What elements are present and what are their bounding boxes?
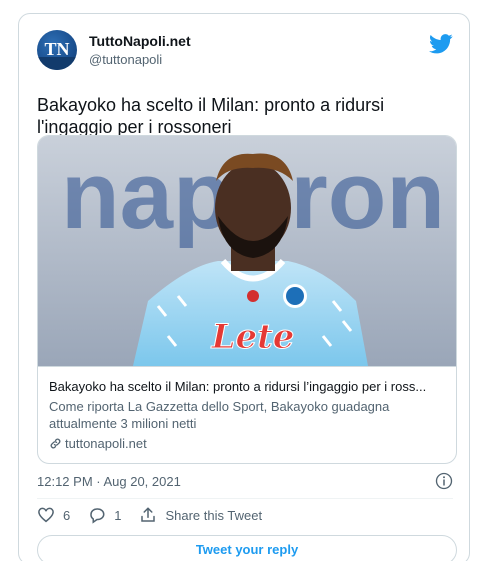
link-preview-domain: tuttonapoli.net bbox=[49, 435, 447, 452]
reply-count: 1 bbox=[114, 507, 122, 523]
link-preview-description: Come riporta La Gazzetta dello Sport, Ba… bbox=[49, 399, 390, 431]
like-count: 6 bbox=[63, 507, 71, 523]
share-icon bbox=[141, 507, 156, 522]
like-button[interactable]: 6 bbox=[37, 506, 70, 524]
twitter-bird-icon[interactable] bbox=[429, 34, 453, 54]
tweet-embed-card: TN TuttoNapoli.net @tuttonapoli Bakayoko… bbox=[18, 13, 470, 561]
share-label: Share this Tweet bbox=[165, 507, 263, 523]
account-handle[interactable]: @tuttonapoli bbox=[89, 52, 162, 67]
info-icon[interactable] bbox=[435, 472, 453, 490]
link-preview-image[interactable]: naporon Lete bbox=[38, 136, 456, 366]
shirt-sponsor-text: Lete bbox=[211, 317, 295, 357]
avatar[interactable]: TN bbox=[37, 30, 77, 70]
tweet-timestamp[interactable]: 12:12 PM · Aug 20, 2021 bbox=[37, 474, 181, 489]
player-photo: naporon Lete bbox=[38, 136, 456, 366]
heart-icon bbox=[38, 507, 54, 523]
link-preview-meta: Bakayoko ha scelto il Milan: pronto a ri… bbox=[38, 366, 456, 463]
tweet-header: TN TuttoNapoli.net @tuttonapoli bbox=[37, 30, 453, 74]
link-icon bbox=[50, 438, 61, 449]
reply-action[interactable]: 1 bbox=[88, 506, 121, 524]
link-domain-text: tuttonapoli.net bbox=[65, 436, 147, 451]
tweet-your-reply-button[interactable]: Tweet your reply bbox=[37, 535, 457, 561]
share-button[interactable]: Share this Tweet bbox=[139, 506, 262, 524]
avatar-logo-text: TN bbox=[44, 39, 69, 59]
tweet-text: Bakayoko ha scelto il Milan: pronto a ri… bbox=[37, 95, 385, 137]
link-preview-title: Bakayoko ha scelto il Milan: pronto a ri… bbox=[49, 379, 427, 394]
link-preview-card[interactable]: naporon Lete bbox=[37, 135, 457, 464]
reply-bubble-icon bbox=[90, 508, 105, 524]
account-name[interactable]: TuttoNapoli.net bbox=[89, 33, 191, 49]
tweet-actions: 6 1 Share this Tweet bbox=[37, 504, 280, 526]
divider bbox=[37, 498, 453, 499]
